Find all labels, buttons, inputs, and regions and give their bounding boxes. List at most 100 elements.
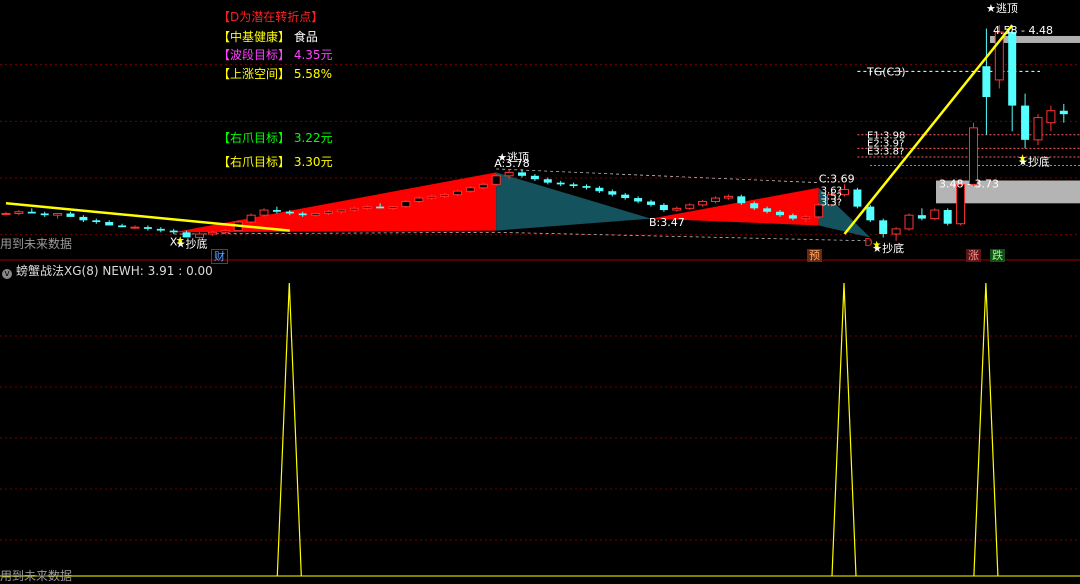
stock-label: 【中基健康】 (218, 30, 291, 44)
candle (1021, 93, 1030, 149)
candle-body (130, 226, 140, 229)
candle (711, 196, 720, 204)
candle-body (569, 184, 578, 187)
candle-body (298, 213, 307, 216)
range-high-label: 4.58 - 4.48 (993, 24, 1053, 37)
candle-body (685, 204, 695, 209)
crab-fill-areas (173, 172, 871, 238)
candle (904, 213, 914, 231)
candle-body (336, 209, 346, 213)
collapse-toggle-icon[interactable]: v (2, 269, 12, 279)
future-data-note-main: 用到未来数据 (0, 237, 73, 251)
candle-body (788, 215, 797, 219)
candle (401, 199, 411, 209)
stock-sector: 食品 (293, 30, 318, 44)
candle-body (401, 200, 411, 208)
claw-target-1-value: 3.22元 (293, 131, 333, 145)
candle-body (504, 171, 514, 177)
claw-target-1-label: 【右爪目标】 (218, 131, 291, 145)
c-stack-label: 3.3? (821, 197, 842, 208)
candle-body (376, 206, 385, 209)
indicator-spikes (0, 282, 1080, 577)
candle-body (647, 201, 655, 205)
star-icon: ★ (872, 240, 881, 251)
c-point-label: C:3.69 (819, 172, 855, 185)
candle (1059, 103, 1068, 123)
candle (698, 199, 708, 207)
die-marker[interactable]: 跌 (990, 249, 1005, 262)
indicator-spike (831, 282, 857, 577)
candle-body (143, 227, 152, 229)
candle-body (750, 203, 759, 209)
candle-body (530, 175, 539, 180)
claw-target-1-note: 【右爪目标】 3.22元 (218, 129, 333, 147)
candle-body (543, 179, 552, 183)
candle-body (66, 213, 75, 217)
candle (27, 208, 36, 214)
e-level-label: E3:3.8? (867, 147, 904, 158)
candle (582, 184, 591, 190)
candle (930, 208, 940, 221)
candle-body (259, 209, 269, 216)
candle-body (659, 204, 668, 211)
candle-body (1033, 117, 1043, 141)
candle (685, 203, 695, 211)
candle (518, 168, 526, 178)
candle-body (1059, 110, 1068, 115)
candle (621, 192, 630, 200)
crab-base-line (173, 231, 871, 242)
candle (1, 211, 11, 216)
crab-leg-ab (496, 172, 651, 231)
candle-body (1008, 31, 1017, 106)
candle (79, 215, 88, 223)
candle (943, 208, 952, 226)
indicator-series: NEWH: 3.91 (102, 264, 175, 278)
candle-body (723, 195, 733, 199)
candle-body (79, 216, 88, 221)
cai-marker[interactable]: 财 (211, 249, 228, 264)
candle-body (737, 196, 746, 204)
candle-body (879, 220, 888, 235)
wave-target-note: 【波段目标】 4.35元 (218, 46, 333, 64)
candle (647, 199, 655, 207)
candle-body (220, 230, 230, 233)
candle (246, 213, 256, 224)
candle (608, 189, 617, 197)
candle-body (891, 228, 901, 235)
candle-body (272, 210, 281, 212)
indicator-title: 螃蟹战法XG(8) (16, 264, 99, 278)
candle (272, 206, 281, 214)
candle-body (388, 206, 398, 209)
candle-body (14, 211, 24, 214)
candle (14, 210, 24, 216)
candle (1046, 105, 1056, 132)
zhang-marker[interactable]: 涨 (966, 249, 981, 262)
candle (853, 187, 862, 209)
claw-target-2-label: 【右爪目标】 (218, 155, 291, 169)
candle-body (608, 191, 617, 195)
candle-body (246, 214, 256, 223)
candle-body (53, 212, 63, 216)
candle (118, 223, 127, 228)
candle-body (324, 211, 333, 214)
candle-body (118, 225, 127, 228)
yu-marker[interactable]: 预 (807, 249, 822, 262)
candle-body (930, 209, 940, 220)
candle (1033, 114, 1043, 145)
indicator-spike (973, 282, 999, 577)
candle-body (866, 206, 875, 221)
candle-body (763, 208, 772, 212)
star-icon: ★ (176, 235, 185, 246)
candle (543, 177, 552, 185)
stock-chart[interactable]: XA:3.78B:3.47C:3.693.6?3.5?3.3?D★逃顶★抄底 ★抄… (0, 0, 1080, 580)
indicator-spike (276, 282, 302, 577)
candle-body (1046, 110, 1056, 124)
candle-body (40, 213, 49, 216)
candle-body (904, 214, 914, 230)
candle (530, 174, 539, 181)
claw-target-2-value: 3.30元 (293, 155, 333, 169)
candle-body (1, 212, 11, 215)
candle-body (169, 230, 178, 233)
candle (723, 194, 733, 200)
candle-body (362, 206, 372, 209)
